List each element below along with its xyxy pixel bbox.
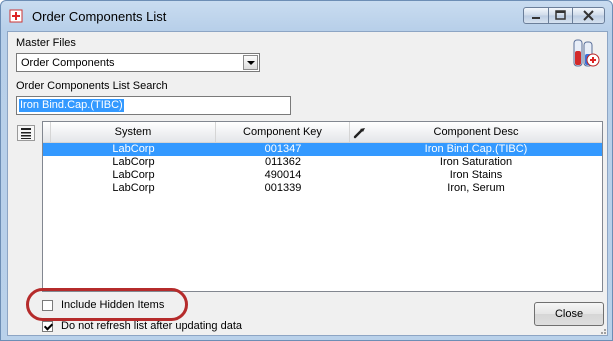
window-close-button[interactable] — [572, 7, 605, 24]
table-row[interactable]: LabCorp 490014 Iron Stains — [43, 169, 602, 182]
column-chooser-button[interactable] — [17, 125, 35, 141]
cell-component-desc: Iron Stains — [449, 169, 503, 181]
cell-system: LabCorp — [112, 182, 155, 194]
include-hidden-checkbox[interactable] — [42, 300, 53, 311]
include-hidden-label: Include Hidden Items — [61, 299, 165, 311]
window-title: Order Components List — [32, 9, 167, 24]
lab-tubes-icon — [573, 39, 600, 67]
column-header-component-desc[interactable]: Component Desc — [350, 122, 602, 142]
master-files-dropdown[interactable]: Order Components — [16, 53, 260, 72]
list-icon — [21, 128, 31, 139]
no-refresh-label: Do not refresh list after updating data — [61, 320, 242, 332]
app-icon — [9, 9, 23, 23]
maximize-icon — [555, 10, 566, 20]
maximize-button[interactable] — [548, 7, 573, 24]
column-header-system[interactable]: System — [51, 122, 216, 142]
minimize-icon — [532, 17, 540, 19]
cell-component-desc: Iron, Serum — [447, 182, 505, 194]
search-label: Order Components List Search — [16, 80, 168, 92]
master-files-label: Master Files — [16, 37, 76, 49]
cell-component-key: 001339 — [264, 182, 302, 194]
flashlight-icon — [353, 128, 365, 139]
title-bar[interactable]: Order Components List — [1, 1, 612, 30]
minimize-button[interactable] — [523, 7, 549, 24]
components-grid[interactable]: System Component Key Component Desc LabC… — [42, 121, 603, 292]
search-input[interactable]: Iron Bind.Cap.(TIBC) — [16, 96, 291, 115]
close-icon — [583, 10, 594, 21]
grid-header: System Component Key Component Desc — [43, 122, 602, 143]
cell-component-key: 011362 — [265, 156, 301, 168]
table-row[interactable]: LabCorp 001347 Iron Bind.Cap.(TIBC) — [43, 143, 602, 156]
row-indicator-header — [43, 122, 51, 142]
client-area: Master Files Order Components Order Comp… — [7, 31, 608, 336]
order-components-window: Order Components List Master Files Order… — [0, 0, 613, 341]
master-files-value: Order Components — [21, 57, 115, 69]
no-refresh-checkbox[interactable] — [42, 321, 53, 332]
cell-component-key: 490014 — [264, 169, 302, 181]
close-button[interactable]: Close — [534, 302, 604, 326]
cell-component-key: 001347 — [264, 143, 302, 155]
cell-component-desc: Iron Saturation — [439, 156, 513, 168]
table-row[interactable]: LabCorp 001339 Iron, Serum — [43, 182, 602, 195]
chevron-down-icon[interactable] — [243, 55, 258, 70]
cell-system: LabCorp — [112, 143, 155, 155]
cell-system: LabCorp — [112, 156, 155, 168]
cell-system: LabCorp — [112, 169, 155, 181]
table-row[interactable]: LabCorp 011362 Iron Saturation — [43, 156, 602, 169]
column-header-component-key[interactable]: Component Key — [216, 122, 350, 142]
cell-component-desc: Iron Bind.Cap.(TIBC) — [424, 143, 528, 155]
resize-grip-icon[interactable] — [597, 325, 607, 335]
search-input-value: Iron Bind.Cap.(TIBC) — [19, 99, 124, 112]
column-header-component-desc-label: Component Desc — [433, 126, 519, 138]
